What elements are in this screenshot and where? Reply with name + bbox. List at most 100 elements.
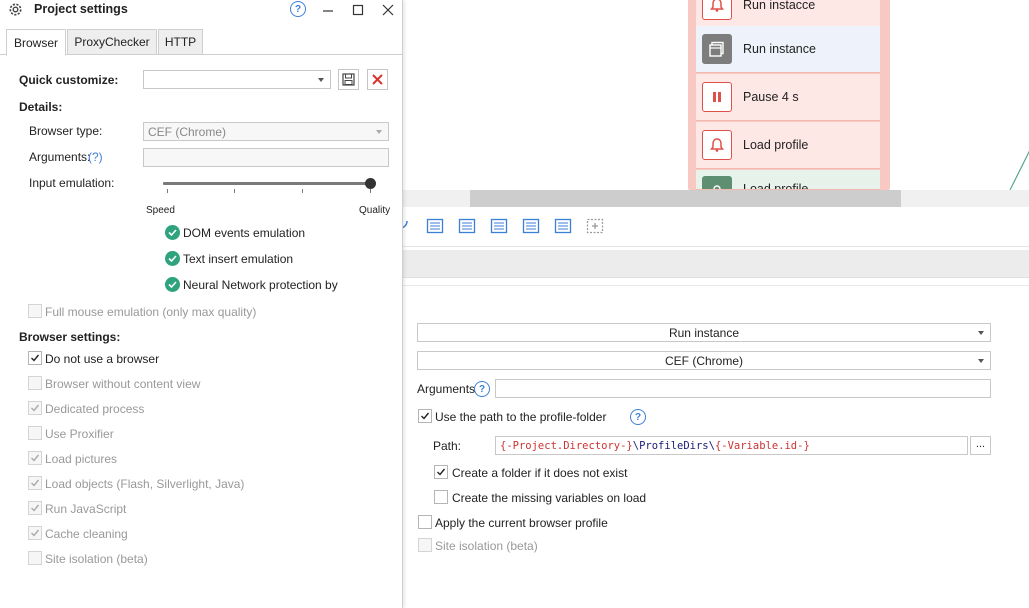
full-mouse-checkbox[interactable] <box>28 304 42 318</box>
scrollbar-thumb[interactable] <box>470 190 901 207</box>
create-vars-checkbox[interactable] <box>434 490 448 504</box>
delete-button[interactable] <box>367 69 388 90</box>
save-icon <box>342 73 355 86</box>
browser-settings-heading: Browser settings: <box>19 330 121 344</box>
load-objects-checkbox[interactable] <box>28 476 42 490</box>
input-emulation-label: Input emulation: <box>29 176 115 190</box>
path-input[interactable]: {-Project.Directory-}\ProfileDirs\{-Vari… <box>495 436 968 455</box>
load-pictures-label: Load pictures <box>45 452 118 466</box>
emulation-text-label: Text insert emulation <box>183 252 294 266</box>
site-isolation-label: Site isolation (beta) <box>45 552 148 566</box>
action-node[interactable]: Run instacce <box>696 0 880 29</box>
help-icon[interactable]: ? <box>290 1 306 17</box>
action-node[interactable]: Pause 4 s <box>696 74 880 121</box>
details-heading: Details: <box>19 100 63 114</box>
use-proxifier-label: Use Proxifier <box>45 427 114 441</box>
browser-type-dropdown[interactable]: CEF (Chrome) <box>417 351 991 370</box>
chevron-down-icon <box>978 331 984 335</box>
close-icon <box>372 74 383 85</box>
run-javascript-label: Run JavaScript <box>45 502 127 516</box>
minimize-icon[interactable] <box>317 0 339 19</box>
list-icon[interactable] <box>554 218 572 234</box>
site-isolation-checkbox[interactable] <box>28 551 42 565</box>
dedicated-process-label: Dedicated process <box>45 402 145 416</box>
maximize-icon[interactable] <box>347 0 369 19</box>
path-project-var: {-Project.Directory-} <box>500 440 633 452</box>
add-block-icon[interactable] <box>586 218 604 234</box>
help-icon[interactable]: ? <box>630 409 646 425</box>
window-icon <box>702 34 732 64</box>
do-not-use-browser-label: Do not use a browser <box>45 352 160 366</box>
action-node-list: Run instacce Run instance Pause 4 s Load… <box>696 0 880 190</box>
action-node[interactable]: Load profile <box>696 170 880 190</box>
tab-browser[interactable]: Browser <box>6 29 66 56</box>
slider-handle[interactable] <box>365 178 376 189</box>
create-folder-checkbox[interactable] <box>434 465 448 479</box>
do-not-use-browser-checkbox[interactable] <box>28 351 42 365</box>
create-folder-label: Create a folder if it does not exist <box>452 466 628 480</box>
apply-profile-label: Apply the current browser profile <box>435 516 608 530</box>
without-content-view-label: Browser without content view <box>45 377 201 391</box>
arguments-help-link[interactable]: (?) <box>88 150 103 164</box>
load-objects-label: Load objects (Flash, Silverlight, Java) <box>45 477 245 491</box>
list-icon[interactable] <box>490 218 508 234</box>
browse-button[interactable]: ... <box>970 436 991 455</box>
action-type-dropdown[interactable]: Run instance <box>417 323 991 342</box>
list-icon[interactable] <box>426 218 444 234</box>
check-circle-icon <box>165 277 180 292</box>
path-static: \ProfileDirs\ <box>632 440 715 452</box>
run-javascript-checkbox[interactable] <box>28 501 42 515</box>
save-button[interactable] <box>338 69 359 90</box>
action-node-label: Load profile <box>743 138 809 152</box>
tab-http[interactable]: HTTP <box>158 29 203 55</box>
arguments-input[interactable] <box>143 148 389 167</box>
action-node-label: Run instacce <box>743 0 816 12</box>
without-content-view-checkbox[interactable] <box>28 376 42 390</box>
cache-cleaning-checkbox[interactable] <box>28 526 42 540</box>
dedicated-process-checkbox[interactable] <box>28 401 42 415</box>
arguments-input[interactable] <box>495 379 991 398</box>
properties-header <box>403 250 1029 278</box>
slider-min-label: Speed <box>146 205 175 216</box>
apply-profile-checkbox[interactable] <box>418 515 432 529</box>
quick-customize-dropdown[interactable] <box>143 70 331 89</box>
site-isolation-checkbox[interactable] <box>418 538 432 552</box>
browser-type-value: CEF (Chrome) <box>664 353 743 368</box>
chevron-down-icon <box>318 78 324 82</box>
bell-icon <box>702 0 732 20</box>
browser-type-select-value: CEF (Chrome) <box>148 124 227 139</box>
slider-tick <box>370 189 371 193</box>
chevron-down-icon <box>376 130 382 134</box>
gear-icon <box>9 3 22 16</box>
browser-type-select[interactable]: CEF (Chrome) <box>143 122 389 141</box>
slider-tick <box>167 189 168 193</box>
help-icon[interactable]: ? <box>474 381 490 397</box>
input-emulation-slider[interactable] <box>163 182 370 185</box>
tab-proxychecker[interactable]: ProxyChecker <box>67 29 157 55</box>
pause-icon <box>702 82 732 112</box>
dialog-titlebar[interactable]: Project settings ? <box>0 0 403 20</box>
action-node[interactable]: Load profile <box>696 122 880 169</box>
action-node-label: Run instance <box>743 42 816 56</box>
emulation-neural-label: Neural Network protection bypas <box>183 278 338 292</box>
use-path-label: Use the path to the profile-folder <box>435 410 607 424</box>
chevron-down-icon <box>978 359 984 363</box>
path-label: Path: <box>433 439 462 453</box>
action-type-value: Run instance <box>668 325 740 340</box>
slider-max-label: Quality <box>359 205 391 216</box>
list-icon[interactable] <box>522 218 540 234</box>
arguments-label: Arguments <box>417 382 476 396</box>
site-isolation-label: Site isolation (beta) <box>435 539 538 553</box>
dialog-title: Project settings <box>34 2 128 16</box>
arguments-label: Arguments: <box>29 150 91 164</box>
browser-type-label: Browser type: <box>29 124 103 138</box>
quick-customize-label: Quick customize: <box>19 73 119 87</box>
use-path-checkbox[interactable] <box>418 409 432 423</box>
action-node[interactable]: Run instance <box>696 26 880 73</box>
slider-tick <box>234 189 235 193</box>
load-pictures-checkbox[interactable] <box>28 451 42 465</box>
list-icon[interactable] <box>458 218 476 234</box>
close-icon[interactable] <box>377 0 399 19</box>
check-circle-icon <box>165 225 180 240</box>
use-proxifier-checkbox[interactable] <box>28 426 42 440</box>
